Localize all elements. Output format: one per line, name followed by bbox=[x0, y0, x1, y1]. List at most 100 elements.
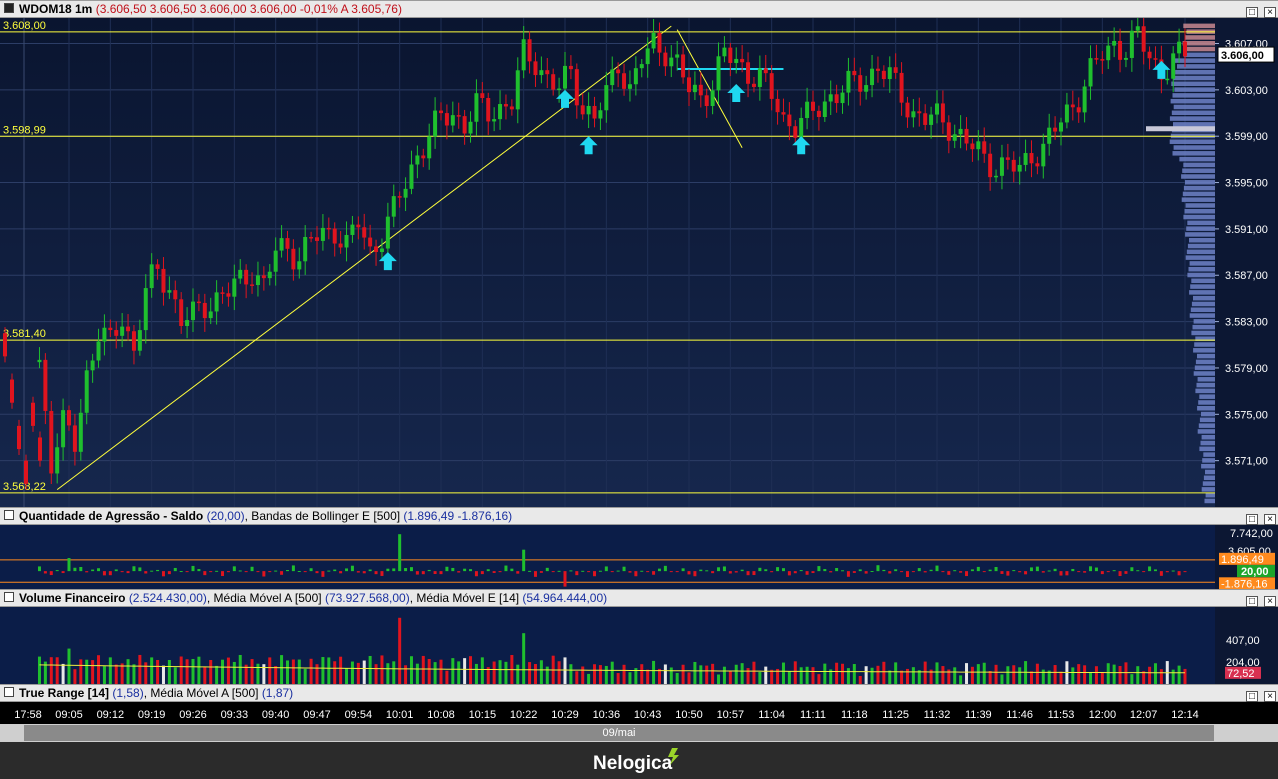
volume-bar bbox=[675, 673, 679, 684]
time-axis-label: 17:58 bbox=[14, 709, 42, 721]
agr-bar bbox=[97, 568, 101, 572]
maximize-icon[interactable]: □ bbox=[1246, 514, 1258, 525]
horizontal-scrollbar[interactable]: 09/mai bbox=[0, 724, 1278, 742]
agr-bar bbox=[587, 571, 591, 573]
close-icon[interactable]: × bbox=[1264, 7, 1276, 18]
candle bbox=[1017, 164, 1022, 172]
candle bbox=[811, 101, 815, 111]
candle bbox=[96, 341, 101, 361]
panel-indicator-icon[interactable] bbox=[4, 592, 14, 602]
agr-chart[interactable]: 7.742,00 3.605,00 1.896,49 20,00 -1.876,16 bbox=[0, 525, 1278, 589]
agr-bar bbox=[663, 565, 667, 572]
agr-bar bbox=[994, 567, 998, 572]
candle bbox=[1118, 41, 1123, 60]
close-icon[interactable]: × bbox=[1264, 691, 1276, 702]
volume-profile-bar bbox=[1197, 406, 1215, 411]
volume-bar bbox=[858, 675, 862, 684]
volume-bar bbox=[315, 664, 319, 684]
candle bbox=[692, 84, 697, 93]
agr-bar bbox=[1047, 570, 1051, 572]
agr-bar bbox=[734, 571, 738, 573]
candle bbox=[55, 447, 60, 474]
panel-indicator-icon[interactable] bbox=[4, 510, 14, 520]
candle bbox=[427, 136, 432, 159]
candle bbox=[580, 105, 585, 115]
scrollbar-thumb[interactable]: 09/mai bbox=[24, 725, 1214, 741]
volume-profile-bar bbox=[1172, 93, 1215, 98]
agr-bar bbox=[929, 569, 933, 572]
time-axis-label: 11:04 bbox=[758, 709, 785, 721]
volume-bar bbox=[409, 656, 413, 684]
vol-ma-e-label: , Média Móvel E [14] bbox=[409, 591, 520, 605]
volume-bar bbox=[1183, 668, 1187, 684]
panel-indicator-icon[interactable] bbox=[4, 687, 14, 697]
time-axis-label: 11:32 bbox=[924, 709, 951, 721]
agr-bar bbox=[457, 571, 461, 573]
volume-bar bbox=[793, 661, 797, 684]
candle bbox=[704, 95, 709, 107]
volume-profile-bar bbox=[1173, 145, 1215, 150]
brand-bolt-icon bbox=[668, 748, 679, 765]
volume-profile-bar bbox=[1187, 220, 1215, 226]
volume-profile-bar bbox=[1199, 417, 1215, 423]
candle bbox=[982, 141, 987, 154]
candle bbox=[846, 70, 851, 93]
tr-title: True Range [14] bbox=[19, 686, 110, 700]
maximize-icon[interactable]: □ bbox=[1246, 7, 1258, 18]
volume-bar bbox=[717, 674, 721, 684]
price-axis-label: 3.599,00 bbox=[1225, 131, 1268, 143]
candle bbox=[1064, 104, 1069, 123]
agr-bar bbox=[598, 570, 602, 572]
candle bbox=[976, 141, 981, 150]
volume-bar bbox=[610, 661, 614, 684]
candle bbox=[338, 243, 343, 248]
volume-profile-bar bbox=[1185, 46, 1215, 52]
panel-indicator-icon[interactable] bbox=[4, 3, 14, 13]
agr-bar bbox=[776, 567, 780, 572]
volume-bar bbox=[150, 657, 154, 684]
candle bbox=[486, 97, 491, 122]
agr-window-buttons: □ × bbox=[1240, 510, 1276, 526]
volume-profile-bar bbox=[1197, 353, 1215, 359]
volume-bar bbox=[770, 669, 774, 684]
agr-bar bbox=[108, 571, 112, 576]
candle bbox=[78, 412, 83, 452]
agr-bar bbox=[1089, 566, 1093, 572]
close-icon[interactable]: × bbox=[1264, 596, 1276, 607]
agr-bar bbox=[321, 571, 325, 577]
volume-bar bbox=[752, 661, 756, 684]
brand-footer: Nelogica bbox=[0, 742, 1278, 779]
candle bbox=[1011, 159, 1016, 172]
candle bbox=[1183, 41, 1187, 57]
agr-bar bbox=[1077, 571, 1081, 573]
volume-bar bbox=[415, 663, 419, 684]
volume-bar bbox=[421, 655, 425, 684]
volume-bar bbox=[156, 659, 160, 684]
candle bbox=[1005, 157, 1010, 160]
volume-bar bbox=[970, 666, 974, 684]
candle bbox=[462, 116, 467, 134]
volume-bar bbox=[427, 658, 431, 684]
maximize-icon[interactable]: □ bbox=[1246, 691, 1258, 702]
volume-bar bbox=[528, 662, 532, 684]
time-axis-label: 11:53 bbox=[1048, 709, 1075, 721]
price-level-label: 3.598,99 bbox=[3, 124, 46, 136]
vol-window-buttons: □ × bbox=[1240, 592, 1276, 608]
volume-bar bbox=[392, 661, 396, 684]
volume-chart[interactable]: 407,00 204,00 72,52 bbox=[0, 607, 1278, 684]
volume-profile-bar bbox=[1184, 35, 1215, 40]
maximize-icon[interactable]: □ bbox=[1246, 596, 1258, 607]
agr-bar bbox=[37, 566, 41, 572]
price-chart[interactable]: 3.608,00 3.598,99 3.581,40 3.568,22 3.607,00… bbox=[0, 18, 1278, 507]
agr-bar bbox=[705, 570, 709, 572]
close-icon[interactable]: × bbox=[1264, 514, 1276, 525]
time-axis-label: 09:33 bbox=[221, 709, 249, 721]
volume-profile-bar bbox=[1194, 342, 1215, 347]
volume-bar bbox=[545, 666, 549, 684]
candle bbox=[344, 234, 349, 248]
volume-bar bbox=[368, 655, 372, 684]
candle bbox=[374, 246, 379, 253]
candle bbox=[592, 105, 597, 119]
candle bbox=[114, 330, 119, 336]
volume-bar bbox=[386, 663, 390, 684]
